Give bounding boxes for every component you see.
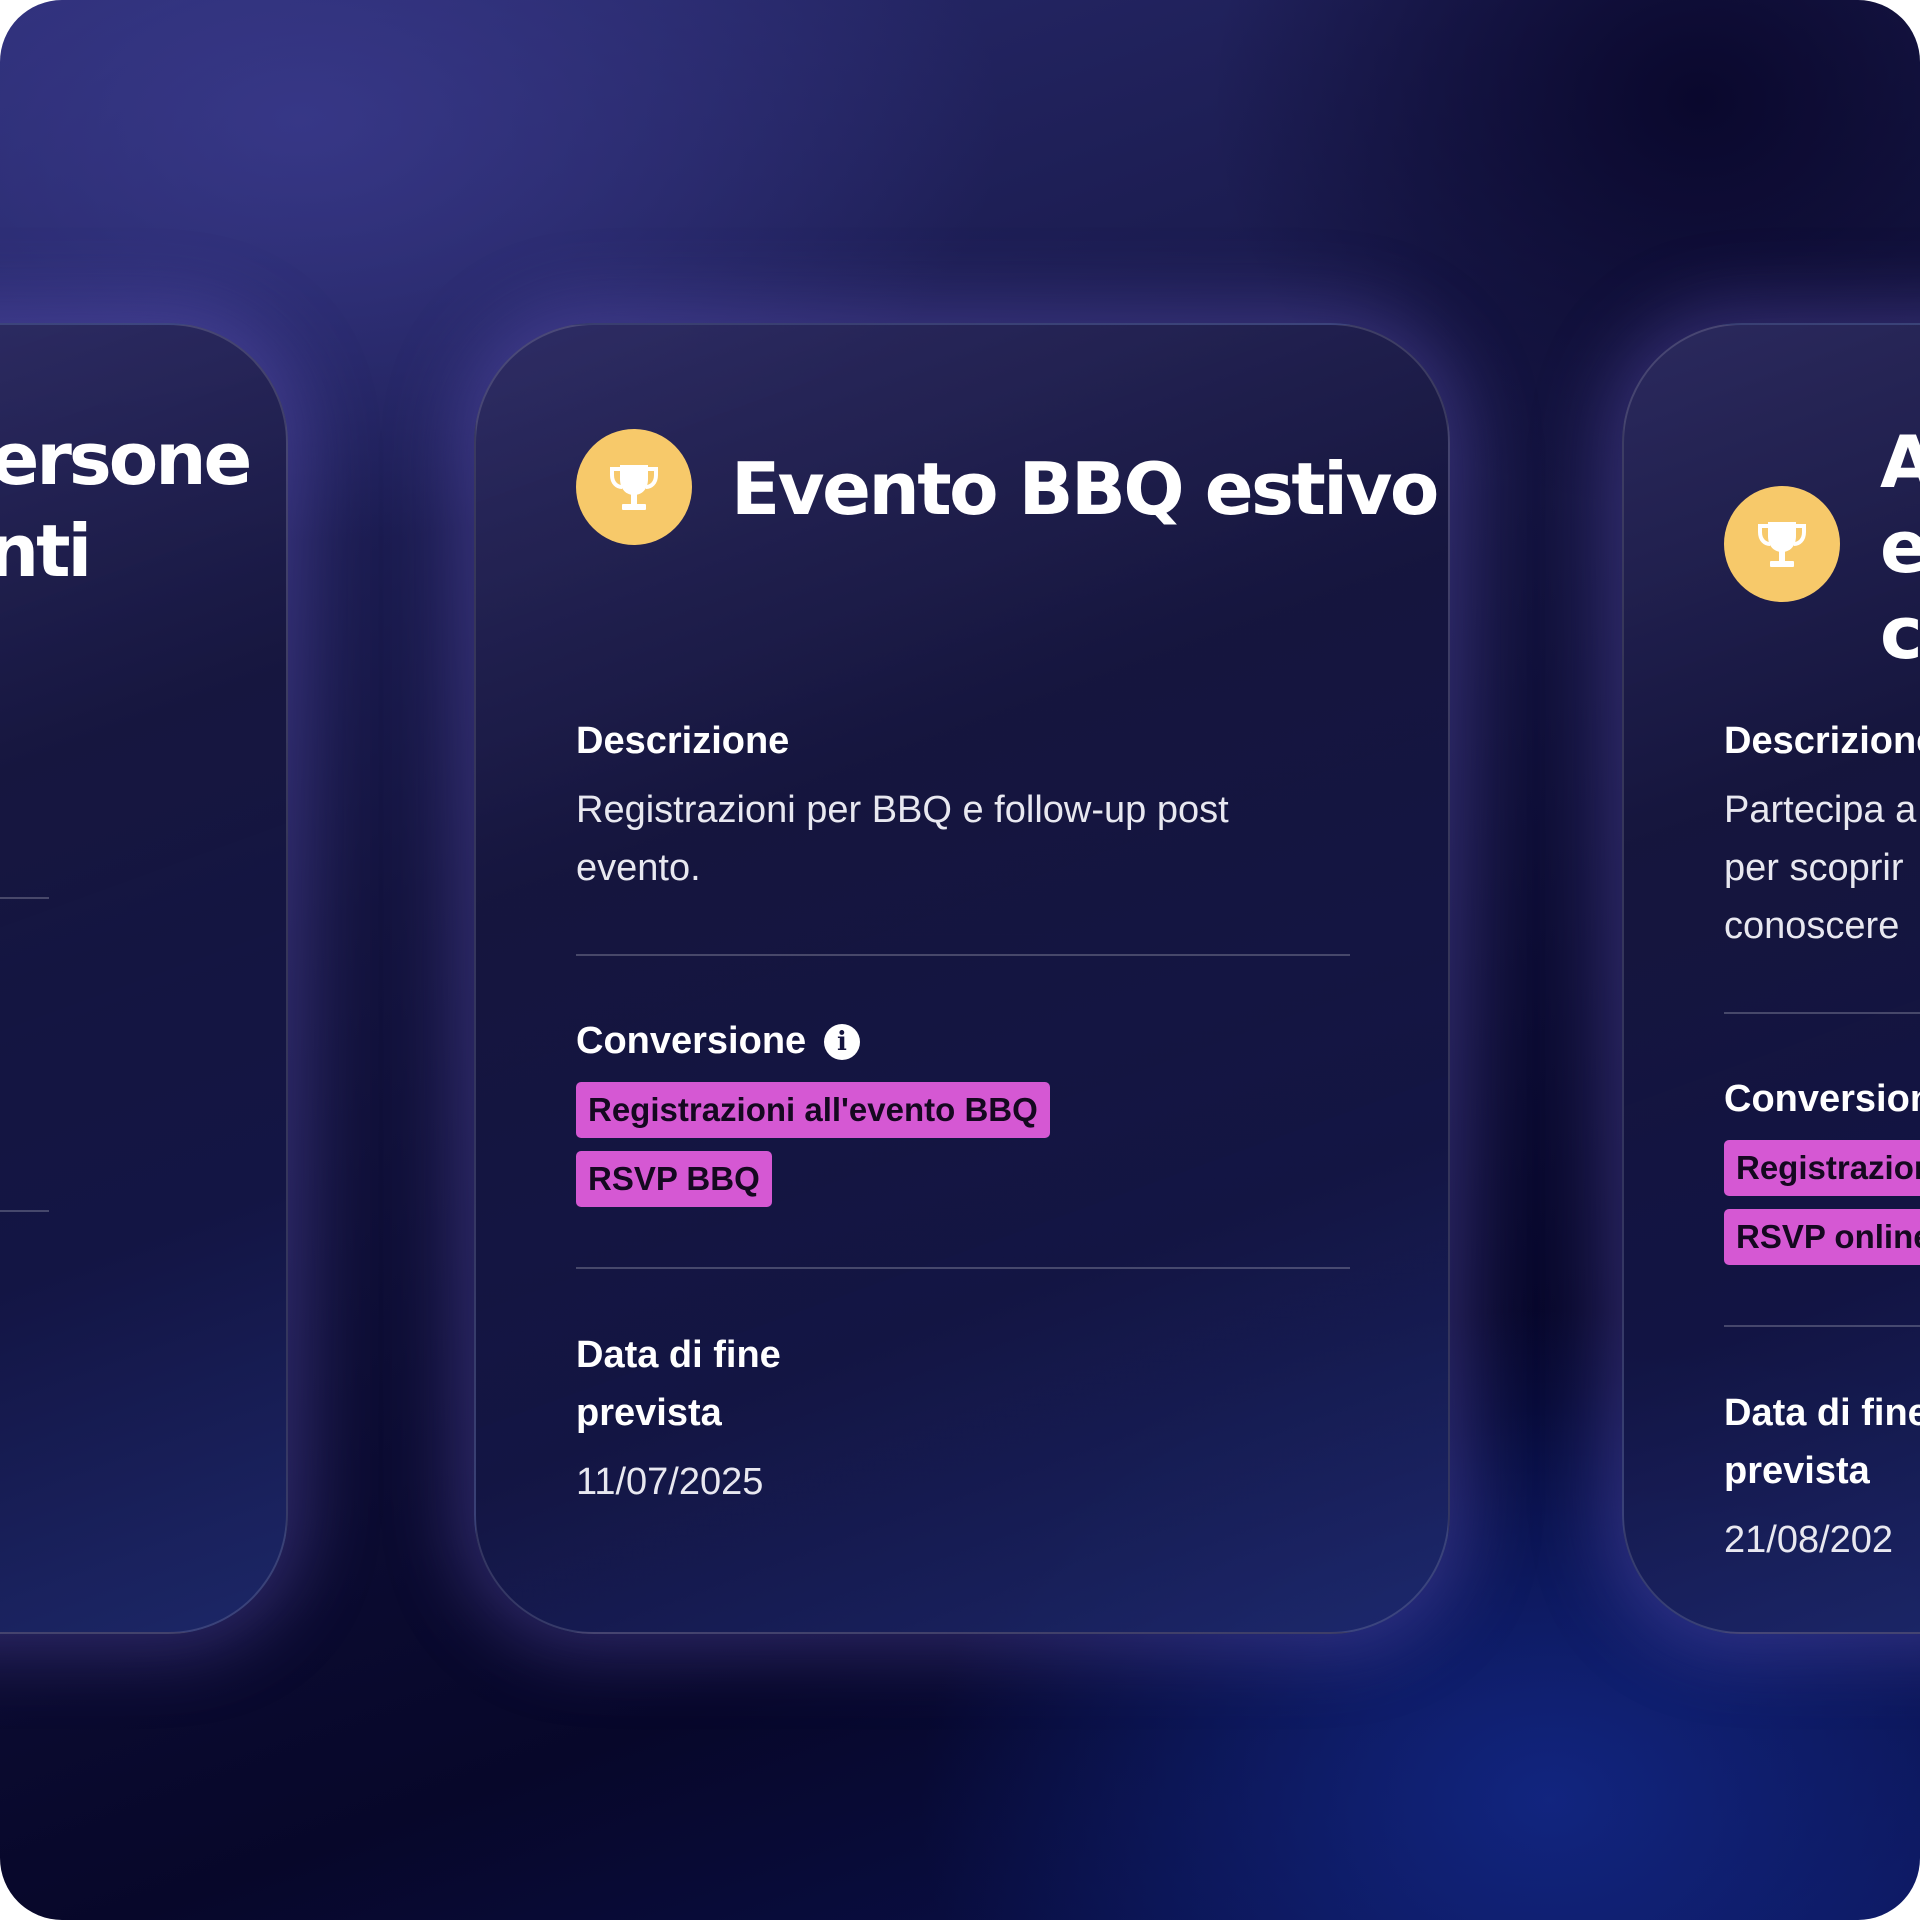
description-label: Descrizione — [576, 720, 790, 762]
description-label: Descrizione — [1724, 720, 1920, 762]
end-date-value: 11/07/2025 — [576, 1461, 764, 1503]
description-text-line-2: per scoprir — [1724, 847, 1904, 889]
carousel-background: persone enti Evento BBQ estivo Descrizio… — [0, 0, 1920, 1920]
conversion-tag: RSVP BBQ — [576, 1151, 772, 1207]
conversion-tag: Registrazion — [1724, 1140, 1920, 1196]
conversion-label: Conversion — [1724, 1078, 1920, 1120]
end-date-label-line-2: prevista — [576, 1392, 722, 1434]
info-icon[interactable]: i — [824, 1024, 860, 1060]
divider — [1724, 1325, 1920, 1327]
description-text-line-3: conoscere — [1724, 905, 1900, 947]
card-title: Evento BBQ estivo — [731, 447, 1439, 531]
end-date-value: 21/08/202 — [1724, 1519, 1894, 1561]
end-date-label-line-2: prevista — [1724, 1450, 1870, 1492]
description-text-line-1: Registrazioni per BBQ e follow-up post — [576, 789, 1229, 831]
card-title-line-2: e — [1880, 501, 1920, 593]
end-date-label-line-1: Data di fine — [576, 1334, 781, 1376]
conversion-tag: Registrazioni all'evento BBQ — [576, 1082, 1050, 1138]
trophy-glyph — [610, 465, 658, 510]
divider — [0, 1210, 49, 1212]
card-title-line-3: c — [1880, 591, 1920, 675]
conversion-label: Conversione — [576, 1020, 807, 1062]
description-text-line-2: evento. — [576, 847, 701, 889]
card-title-line-2: enti — [0, 509, 92, 593]
description-text-line-1: Partecipa a — [1724, 789, 1917, 831]
card-title-line-1: A — [1880, 416, 1920, 508]
trophy-glyph — [1758, 522, 1806, 567]
divider — [576, 1267, 1350, 1269]
divider — [576, 954, 1350, 956]
trophy-icon — [1724, 486, 1840, 602]
card-title-line-1: persone — [0, 417, 252, 501]
divider — [0, 897, 49, 899]
divider — [1724, 1012, 1920, 1014]
conversion-tag: RSVP online — [1724, 1209, 1920, 1265]
campaign-card-right[interactable]: A e c Descrizione Partecipa a per scopri… — [1622, 323, 1920, 1634]
campaign-card-left[interactable]: persone enti — [0, 323, 288, 1634]
end-date-label-line-1: Data di fine — [1724, 1392, 1920, 1434]
campaign-card-evento-bbq[interactable]: Evento BBQ estivo Descrizione Registrazi… — [474, 323, 1450, 1634]
trophy-icon — [576, 429, 692, 545]
